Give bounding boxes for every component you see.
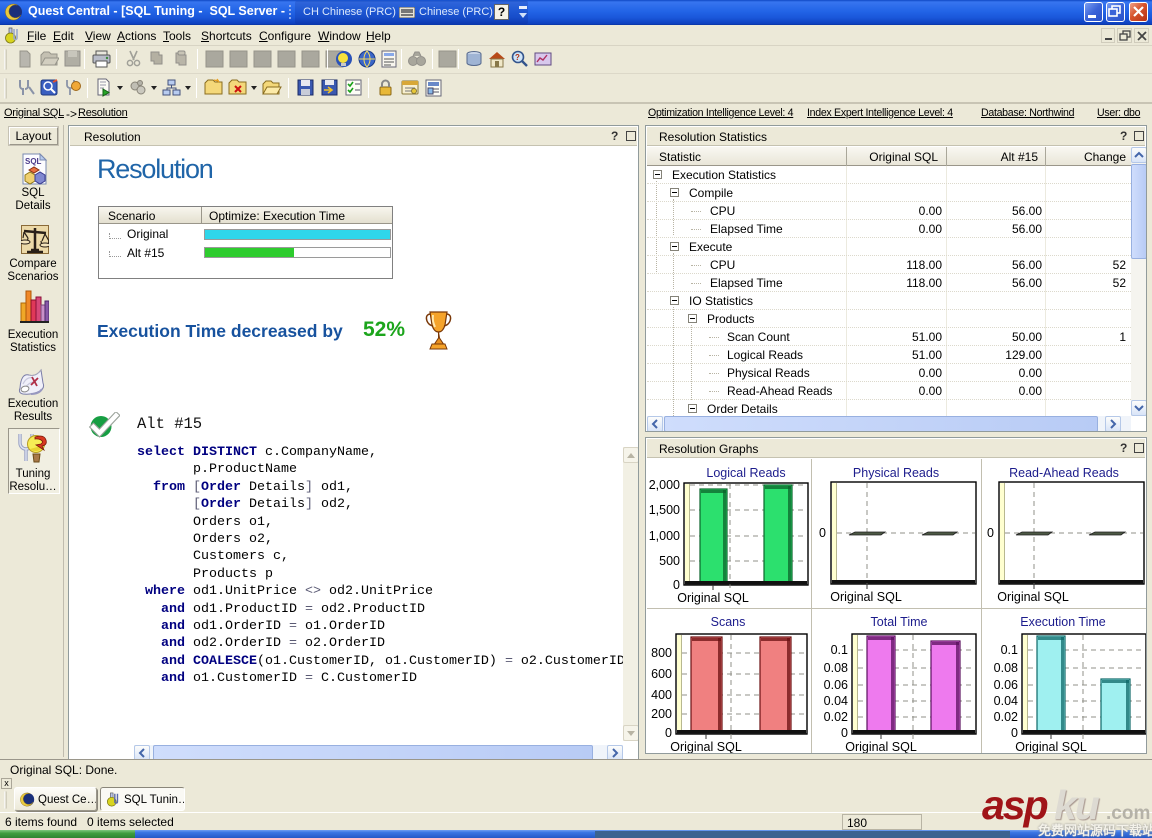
svg-text:0.06: 0.06 bbox=[824, 678, 848, 692]
svg-text:Original SQL: Original SQL bbox=[1015, 740, 1087, 754]
svg-text:400: 400 bbox=[651, 688, 672, 702]
svg-text:0: 0 bbox=[665, 726, 672, 740]
svg-text:200: 200 bbox=[651, 707, 672, 721]
svg-text:0.1: 0.1 bbox=[1001, 643, 1018, 657]
svg-text:0.02: 0.02 bbox=[994, 710, 1018, 724]
svg-text:0: 0 bbox=[819, 526, 826, 540]
svg-text:Execution Time: Execution Time bbox=[1020, 615, 1106, 629]
svg-text:1,500: 1,500 bbox=[649, 503, 680, 517]
svg-text:0: 0 bbox=[987, 526, 994, 540]
svg-text:1,000: 1,000 bbox=[649, 529, 680, 543]
svg-text:0.1: 0.1 bbox=[831, 643, 848, 657]
svg-text:Original SQL: Original SQL bbox=[845, 740, 917, 754]
svg-text:0.04: 0.04 bbox=[994, 694, 1018, 708]
svg-text:0.06: 0.06 bbox=[994, 678, 1018, 692]
svg-text:600: 600 bbox=[651, 667, 672, 681]
svg-text:Read-Ahead Reads: Read-Ahead Reads bbox=[1009, 466, 1119, 480]
svg-text:Original SQL: Original SQL bbox=[670, 740, 742, 754]
svg-text:0.08: 0.08 bbox=[824, 661, 848, 675]
svg-text:Scans: Scans bbox=[711, 615, 746, 629]
svg-text:Original SQL: Original SQL bbox=[677, 591, 749, 605]
svg-text:SQL: SQL bbox=[25, 157, 42, 166]
svg-text:Logical Reads: Logical Reads bbox=[706, 466, 785, 480]
svg-text:Physical Reads: Physical Reads bbox=[853, 466, 939, 480]
svg-text:500: 500 bbox=[659, 554, 680, 568]
svg-text:0: 0 bbox=[1011, 726, 1018, 740]
svg-text:0.08: 0.08 bbox=[994, 661, 1018, 675]
svg-text:0.04: 0.04 bbox=[824, 694, 848, 708]
svg-text:Original SQL: Original SQL bbox=[997, 590, 1069, 604]
svg-text:0: 0 bbox=[841, 726, 848, 740]
svg-text:0.02: 0.02 bbox=[824, 710, 848, 724]
svg-text:Total Time: Total Time bbox=[871, 615, 928, 629]
svg-text:800: 800 bbox=[651, 646, 672, 660]
svg-text:Original SQL: Original SQL bbox=[830, 590, 902, 604]
svg-text:0: 0 bbox=[673, 578, 680, 592]
svg-text:2,000: 2,000 bbox=[649, 478, 680, 492]
svg-text:?: ? bbox=[515, 53, 520, 62]
